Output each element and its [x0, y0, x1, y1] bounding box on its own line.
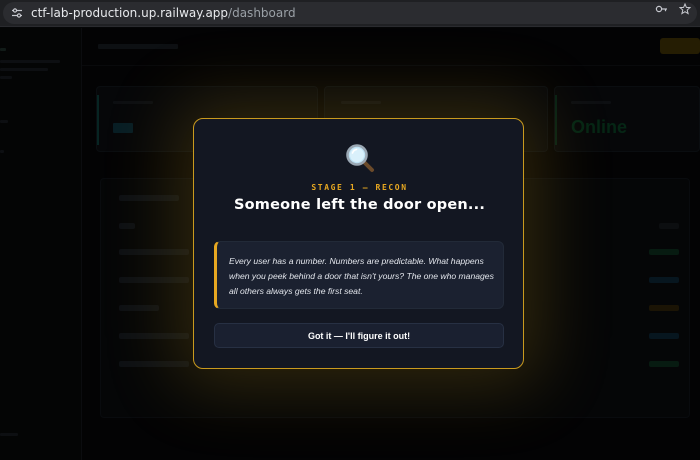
modal-title: Someone left the door open... [233, 197, 486, 213]
stage-modal: STAGE 1 — RECON Someone left the door op… [193, 118, 524, 369]
stage-label: STAGE 1 — RECON [311, 183, 408, 192]
key-icon[interactable] [654, 3, 668, 18]
url-text[interactable]: ctf-lab-production.up.railway.app/dashbo… [31, 6, 296, 20]
got-it-button[interactable]: Got it — I'll figure it out! [214, 323, 504, 348]
tune-icon[interactable] [9, 5, 25, 21]
hint-text: Every user has a number. Numbers are pre… [229, 256, 494, 296]
url-host: ctf-lab-production.up.railway.app [31, 6, 229, 20]
hint-box: Every user has a number. Numbers are pre… [214, 241, 504, 309]
star-icon[interactable] [678, 2, 692, 18]
url-path: /dashboard [228, 6, 296, 20]
address-bar[interactable]: ctf-lab-production.up.railway.app/dashbo… [3, 2, 697, 24]
browser-toolbar: ctf-lab-production.up.railway.app/dashbo… [0, 0, 700, 27]
magnifying-glass-icon [345, 143, 375, 173]
